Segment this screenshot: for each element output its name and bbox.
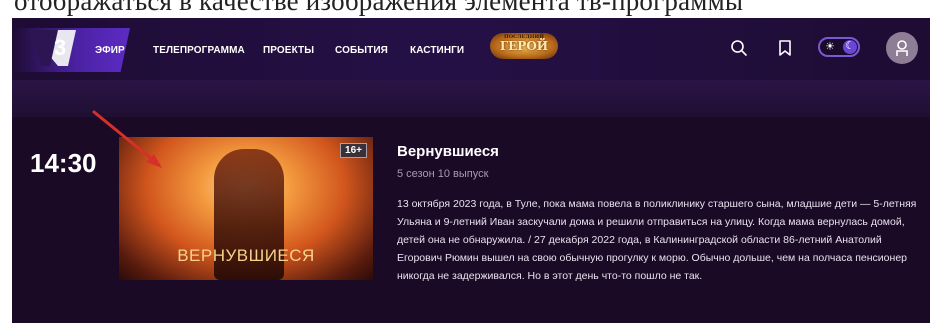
nav-item-efir[interactable]: ЭФИР	[95, 45, 125, 56]
posledniy-geroy-badge[interactable]: ПОСЛЕДНИЙ ГЕРОЙ	[490, 33, 558, 59]
thumbnail-title: ВЕРНУВШИЕСЯ	[177, 246, 315, 265]
nav-item-sobytiya[interactable]: СОБЫТИЯ	[335, 45, 388, 56]
program-description: 13 октября 2023 года, в Туле, пока мама …	[397, 198, 917, 282]
channel-logo[interactable]: 3	[28, 28, 76, 68]
nav-item-teleprogramma[interactable]: ТЕЛЕПРОГРАММА	[153, 45, 245, 56]
program-title[interactable]: Вернувшиеся	[397, 143, 499, 160]
annotation-arrow-icon	[92, 110, 162, 168]
program-time: 14:30	[30, 148, 97, 178]
bookmark-icon[interactable]	[775, 38, 795, 58]
user-avatar[interactable]	[886, 32, 918, 64]
search-icon[interactable]	[729, 38, 749, 58]
document-caption: отображаться в качестве изображения элем…	[14, 0, 744, 16]
age-rating-badge: 16+	[340, 143, 367, 158]
program-episode: 5 сезон 10 выпуск	[397, 168, 489, 180]
top-navbar: 3 ЭФИР ТЕЛЕПРОГРАММА ПРОЕКТЫ СОБЫТИЯ КАС…	[12, 18, 930, 80]
tv-website: 3 ЭФИР ТЕЛЕПРОГРАММА ПРОЕКТЫ СОБЫТИЯ КАС…	[12, 18, 930, 323]
nav-item-proekty[interactable]: ПРОЕКТЫ	[263, 45, 314, 56]
nav-item-kastingi[interactable]: КАСТИНГИ	[410, 45, 464, 56]
theme-toggle[interactable]: ☀ ☾	[818, 37, 860, 57]
badge-main-text: ГЕРОЙ	[499, 39, 549, 53]
user-icon	[896, 40, 908, 56]
sun-icon: ☀	[825, 41, 835, 53]
moon-icon: ☾	[845, 40, 855, 52]
logo-number: 3	[54, 35, 66, 60]
badge-top-text: ПОСЛЕДНИЙ	[504, 34, 544, 40]
